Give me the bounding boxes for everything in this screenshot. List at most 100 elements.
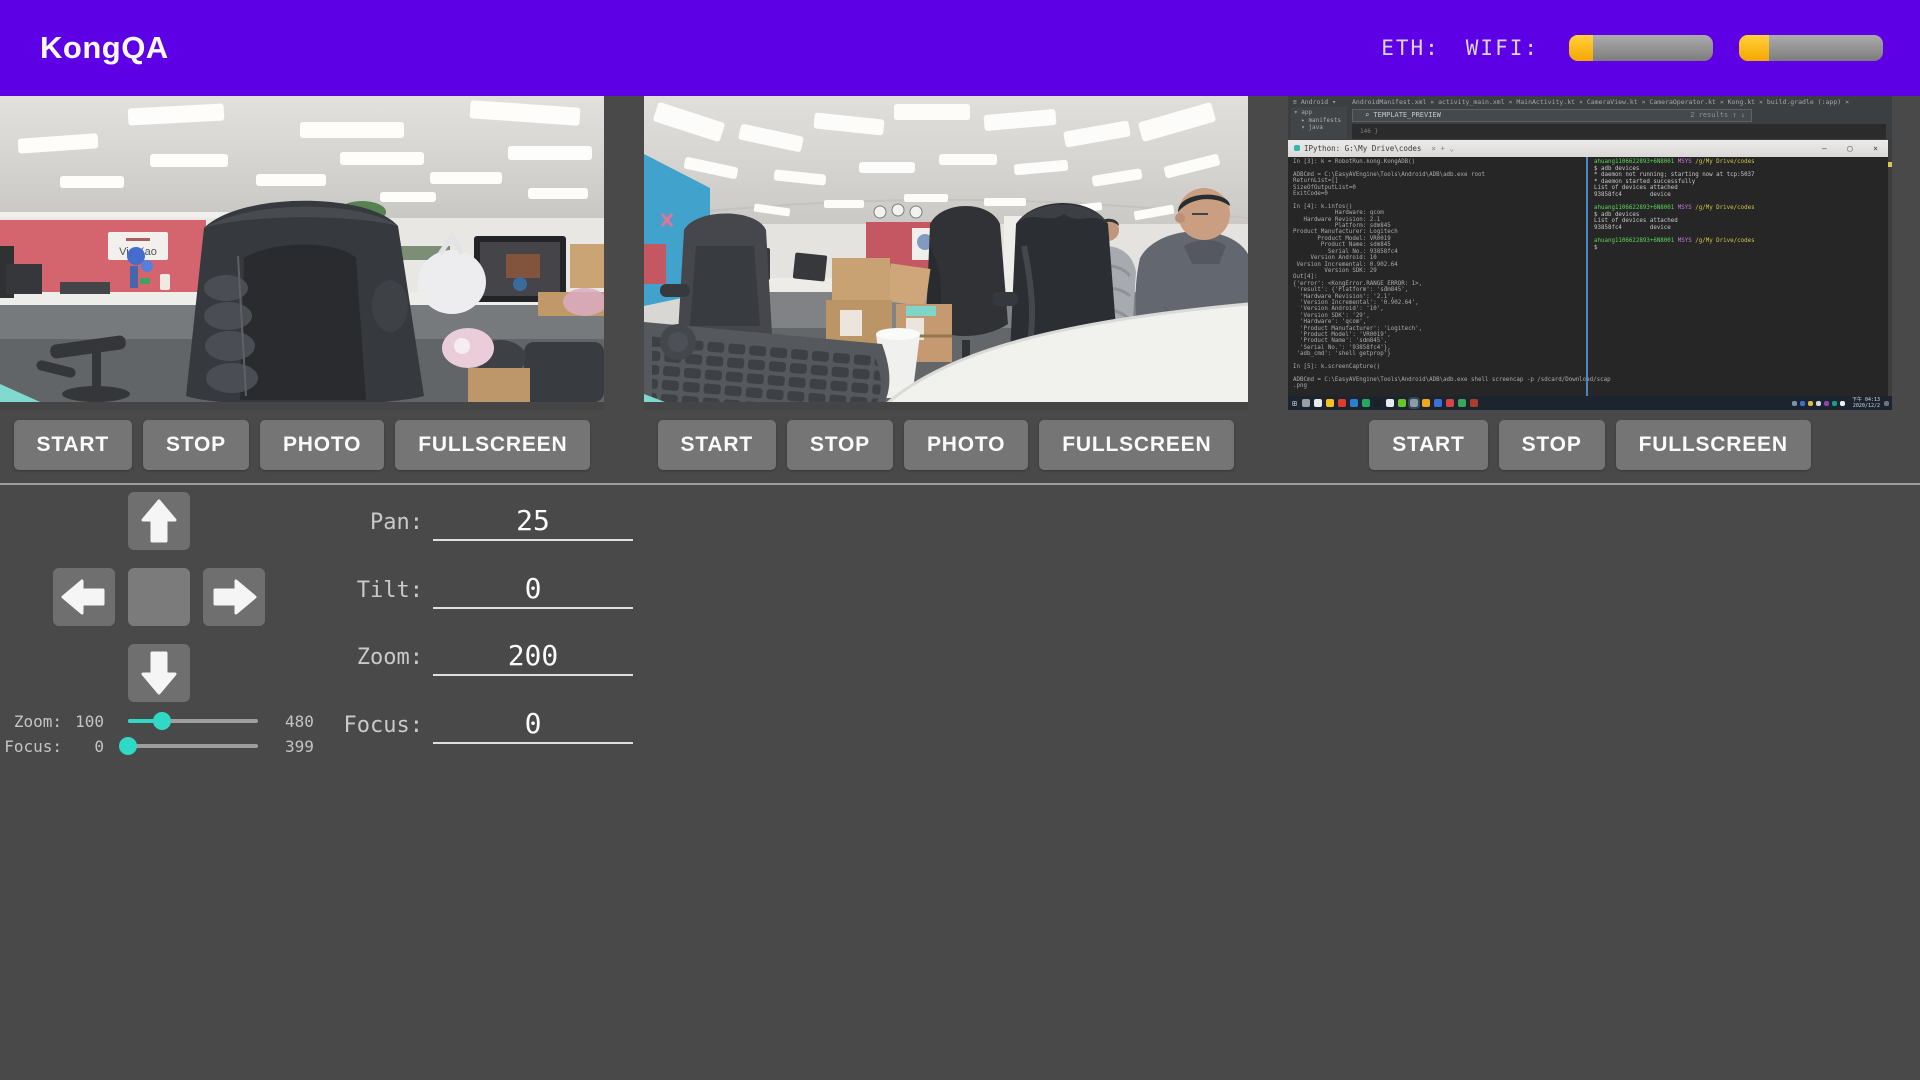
shell-output: $ adb devices * daemon not running; star… bbox=[1594, 166, 1886, 199]
zoom-slider-thumb[interactable] bbox=[153, 712, 171, 730]
tilt-field-row: Tilt: bbox=[278, 565, 633, 609]
taskbar-icon bbox=[1326, 399, 1334, 407]
camera-1-photo-button[interactable]: PHOTO bbox=[260, 420, 384, 470]
app-header: KongQA ETH: WIFI: bbox=[0, 0, 1920, 96]
app-title: KongQA bbox=[40, 0, 169, 96]
tilt-down-button[interactable] bbox=[128, 644, 190, 702]
focus-slider-min: 0 bbox=[62, 737, 104, 756]
taskbar-icon-active bbox=[1410, 399, 1418, 407]
zoom-slider-min: 100 bbox=[62, 712, 104, 731]
windows-taskbar: ⊞ 下午 04:13 2020/12/2 bbox=[1288, 396, 1892, 410]
taskbar-clock: 下午 04:13 2020/12/2 bbox=[1852, 397, 1880, 409]
camera-1-scene: Vic Kao bbox=[0, 96, 604, 410]
camera-1-feed: Vic Kao bbox=[0, 96, 604, 410]
camera-3-stop-button[interactable]: STOP bbox=[1499, 420, 1605, 470]
taskbar-icon bbox=[1434, 399, 1442, 407]
camera-3-start-button[interactable]: START bbox=[1369, 420, 1487, 470]
zoom-slider-label: Zoom: bbox=[0, 712, 62, 731]
taskbar-icon bbox=[1398, 399, 1406, 407]
arrow-right-icon bbox=[203, 568, 265, 626]
tab-controls: × + ⌄ bbox=[1431, 144, 1454, 153]
tilt-input[interactable] bbox=[433, 569, 633, 609]
eth-indicator-fill bbox=[1569, 35, 1593, 61]
console-window-title: IPython: G:\My Drive\codes bbox=[1304, 144, 1421, 153]
zoom-slider[interactable] bbox=[128, 719, 258, 723]
console-split-divider bbox=[1586, 157, 1588, 396]
camera-3-feed: ≡ Android ▾ ▾ app ▸ manifests ▾ java And… bbox=[1288, 96, 1892, 410]
arrow-up-icon bbox=[128, 492, 190, 550]
camera-1-divider bbox=[0, 483, 644, 485]
camera-3-panel: ≡ Android ▾ ▾ app ▸ manifests ▾ java And… bbox=[1288, 96, 1920, 485]
camera-2-feed bbox=[644, 96, 1248, 410]
camera-2-panel: START STOP PHOTO FULLSCREEN bbox=[644, 96, 1288, 485]
msys-console: ahuang1106622893+6N8001 MSYS /g/My Drive… bbox=[1594, 159, 1886, 258]
pan-label: Pan: bbox=[278, 510, 423, 541]
console-window-titlebar: IPython: G:\My Drive\codes × + ⌄ – ▢ × bbox=[1288, 140, 1892, 157]
camera-2-controls: START STOP PHOTO FULLSCREEN bbox=[644, 420, 1248, 470]
eth-label: ETH: bbox=[1381, 36, 1440, 60]
start-button-icon: ⊞ bbox=[1292, 399, 1297, 408]
project-tree: ▾ app ▸ manifests ▾ java bbox=[1291, 107, 1347, 139]
zoom-field-row: Zoom: bbox=[278, 632, 633, 676]
editor-code-line: 146 } bbox=[1352, 124, 1886, 139]
android-studio-strip: ≡ Android ▾ ▾ app ▸ manifests ▾ java And… bbox=[1288, 96, 1892, 140]
console-scrollbar bbox=[1888, 140, 1892, 396]
focus-input[interactable] bbox=[433, 704, 633, 744]
taskbar-icon bbox=[1302, 399, 1310, 407]
camera-1-fullscreen-button[interactable]: FULLSCREEN bbox=[395, 420, 590, 470]
taskbar-icon bbox=[1386, 399, 1394, 407]
focus-slider-row: Focus: 0 399 bbox=[0, 736, 314, 756]
focus-slider-label: Focus: bbox=[0, 737, 62, 756]
camera-2-start-button[interactable]: START bbox=[658, 420, 776, 470]
focus-slider[interactable] bbox=[128, 744, 258, 748]
camera-3-fullscreen-button[interactable]: FULLSCREEN bbox=[1616, 420, 1811, 470]
zoom-input[interactable] bbox=[433, 636, 633, 676]
pan-field-row: Pan: bbox=[278, 497, 633, 541]
camera-3-controls: START STOP FULLSCREEN bbox=[1288, 420, 1892, 470]
zoom-slider-row: Zoom: 100 480 bbox=[0, 711, 314, 731]
tilt-up-button[interactable] bbox=[128, 492, 190, 550]
focus-field-row: Focus: bbox=[278, 700, 633, 744]
console-area: In [3]: k = RobotRun.kong.KongADB() ADBC… bbox=[1288, 157, 1892, 396]
ptz-home-button[interactable] bbox=[128, 568, 190, 626]
shell-output: $ adb devices List of devices attached 9… bbox=[1594, 212, 1886, 232]
camera-1-stop-button[interactable]: STOP bbox=[143, 420, 249, 470]
ptz-control-section: Zoom: 100 480 Focus: 0 399 Pan: Tilt: Zo… bbox=[0, 489, 680, 819]
camera-1-start-button[interactable]: START bbox=[14, 420, 132, 470]
taskbar-icon bbox=[1458, 399, 1466, 407]
search-results: 2 results ↑ ↓ bbox=[1690, 110, 1745, 121]
editor-tabs: AndroidManifest.xml × activity_main.xml … bbox=[1352, 98, 1888, 107]
arrow-down-icon bbox=[128, 644, 190, 702]
taskbar-icon bbox=[1314, 399, 1322, 407]
system-tray: 下午 04:13 2020/12/2 bbox=[1792, 397, 1892, 409]
arrow-left-icon bbox=[53, 568, 115, 626]
taskbar-icon bbox=[1350, 399, 1358, 407]
eth-indicator bbox=[1569, 35, 1713, 61]
wifi-indicator-fill bbox=[1739, 35, 1769, 61]
taskbar-icon bbox=[1374, 399, 1382, 407]
ipython-console-text: In [3]: k = RobotRun.kong.KongADB() ADBC… bbox=[1293, 159, 1611, 390]
zoom-label: Zoom: bbox=[278, 645, 423, 676]
camera-2-scene bbox=[644, 96, 1248, 410]
wifi-label: WIFI: bbox=[1466, 36, 1539, 60]
pan-left-button[interactable] bbox=[53, 568, 115, 626]
pan-input[interactable] bbox=[433, 501, 633, 541]
pan-right-button[interactable] bbox=[203, 568, 265, 626]
window-controls: – ▢ × bbox=[1822, 140, 1886, 157]
search-query: ⌕ TEMPLATE_PREVIEW bbox=[1365, 111, 1441, 119]
focus-slider-thumb[interactable] bbox=[119, 737, 137, 755]
camera-3-divider bbox=[1288, 483, 1920, 485]
app-icon bbox=[1294, 145, 1300, 151]
taskbar-icon bbox=[1338, 399, 1346, 407]
camera-2-fullscreen-button[interactable]: FULLSCREEN bbox=[1039, 420, 1234, 470]
wifi-indicator bbox=[1739, 35, 1883, 61]
camera-2-photo-button[interactable]: PHOTO bbox=[904, 420, 1028, 470]
camera-2-stop-button[interactable]: STOP bbox=[787, 420, 893, 470]
editor-search-bar: 2 results ↑ ↓ ⌕ TEMPLATE_PREVIEW bbox=[1352, 109, 1752, 122]
camera-1-panel: Vic Kao bbox=[0, 96, 644, 485]
taskbar-icon bbox=[1470, 399, 1478, 407]
shell-output: $ bbox=[1594, 245, 1886, 252]
header-status-area: ETH: WIFI: bbox=[1381, 0, 1883, 96]
taskbar-icon bbox=[1362, 399, 1370, 407]
camera-2-divider bbox=[644, 483, 1288, 485]
